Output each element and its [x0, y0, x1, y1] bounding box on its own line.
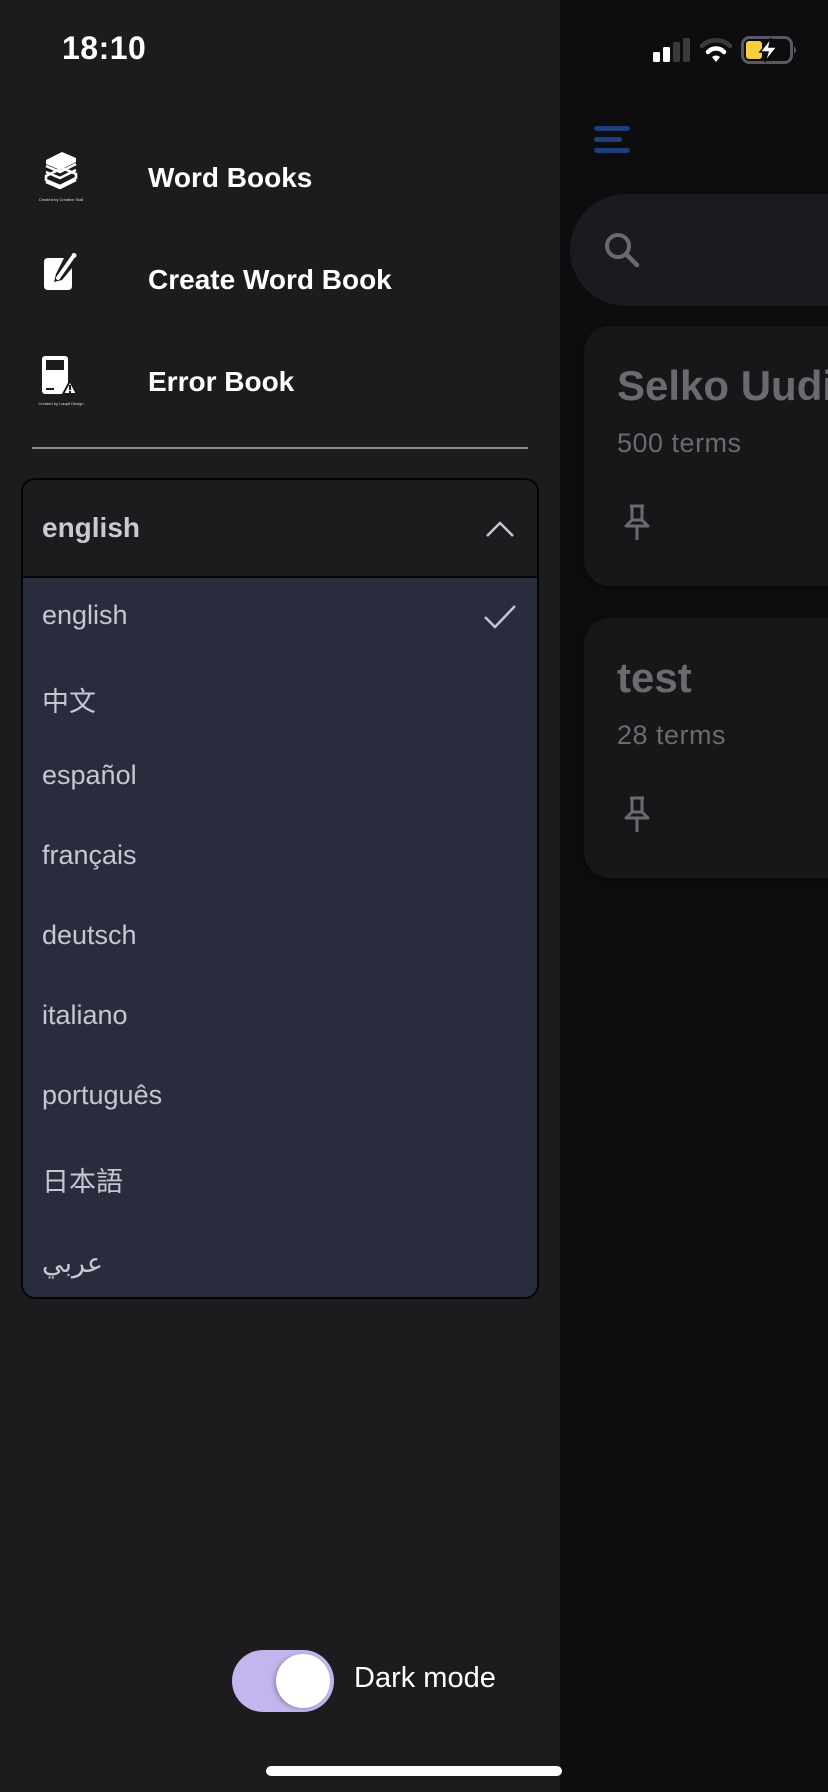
- checkmark-icon: [484, 605, 516, 629]
- menu-button[interactable]: [594, 126, 632, 154]
- word-book-term-count: 500 terms: [617, 428, 742, 458]
- language-option-label: english: [42, 600, 128, 630]
- error-book-icon: Created by Laupit Design: [38, 354, 86, 414]
- hamburger-icon-bar: [594, 126, 630, 131]
- language-dropdown-header[interactable]: english: [23, 480, 537, 578]
- hamburger-icon-bar: [594, 137, 622, 142]
- language-option-label: português: [42, 1080, 163, 1110]
- status-time: 18:10: [62, 30, 147, 66]
- pin-icon[interactable]: [624, 796, 650, 834]
- language-options-list: english 中文 español français deutsch ital…: [23, 578, 537, 1297]
- nav-item-error-book[interactable]: Created by Laupit Design Error Book: [0, 344, 560, 434]
- language-option[interactable]: português: [23, 1058, 537, 1138]
- books-stack-icon: Created by Creative Stall: [38, 150, 86, 210]
- language-option-label: español: [42, 760, 137, 790]
- selected-language: english: [42, 512, 141, 543]
- word-book-title: test: [617, 654, 692, 701]
- icon-credit-caption: Created by Creative Stall: [38, 197, 84, 202]
- language-option[interactable]: 中文: [23, 658, 537, 738]
- language-option[interactable]: español: [23, 738, 537, 818]
- chevron-up-icon[interactable]: [485, 520, 515, 538]
- dark-mode-label: Dark mode: [354, 1662, 496, 1694]
- language-option[interactable]: deutsch: [23, 898, 537, 978]
- search-icon: [605, 233, 640, 268]
- nav-item-label: Error Book: [148, 366, 295, 397]
- language-option-label: عربي: [42, 1248, 104, 1278]
- language-option-label: 日本語: [42, 1167, 123, 1197]
- language-option[interactable]: français: [23, 818, 537, 898]
- edit-square-icon: [38, 252, 86, 312]
- language-option-label: français: [42, 840, 137, 870]
- icon-credit-caption: Created by Laupit Design: [38, 401, 84, 406]
- dark-mode-toggle[interactable]: [232, 1650, 334, 1712]
- navigation-drawer: 18:10 Created by Creative Stall Word Boo…: [0, 0, 560, 1792]
- language-dropdown[interactable]: english english 中文 español français deut…: [21, 478, 539, 1299]
- language-option-label: deutsch: [42, 920, 137, 950]
- hamburger-icon-bar: [594, 148, 630, 153]
- battery-charging-icon: [741, 36, 796, 64]
- cellular-signal-icon: [653, 38, 690, 62]
- word-book-card[interactable]: test 28 terms: [584, 618, 828, 878]
- divider: [32, 447, 528, 449]
- language-option-label: 中文: [42, 687, 96, 717]
- search-input[interactable]: [570, 194, 828, 306]
- toggle-knob: [276, 1654, 330, 1708]
- word-book-card[interactable]: Selko Uudi 500 terms: [584, 326, 828, 586]
- language-option-label: italiano: [42, 1000, 128, 1030]
- language-option[interactable]: 日本語: [23, 1138, 537, 1218]
- word-book-term-count: 28 terms: [617, 720, 727, 750]
- word-book-title: Selko Uudi: [617, 362, 828, 409]
- nav-item-word-books[interactable]: Created by Creative Stall Word Books: [0, 140, 560, 230]
- home-indicator[interactable]: [266, 1766, 562, 1776]
- wifi-icon: [700, 38, 732, 62]
- pin-icon[interactable]: [624, 504, 650, 542]
- language-option[interactable]: italiano: [23, 978, 537, 1058]
- nav-item-label: Word Books: [148, 162, 313, 193]
- nav-item-label: Create Word Book: [148, 264, 392, 295]
- nav-item-create-word-book[interactable]: Create Word Book: [0, 242, 560, 332]
- language-option[interactable]: english: [23, 578, 537, 658]
- language-option[interactable]: عربي: [23, 1218, 537, 1297]
